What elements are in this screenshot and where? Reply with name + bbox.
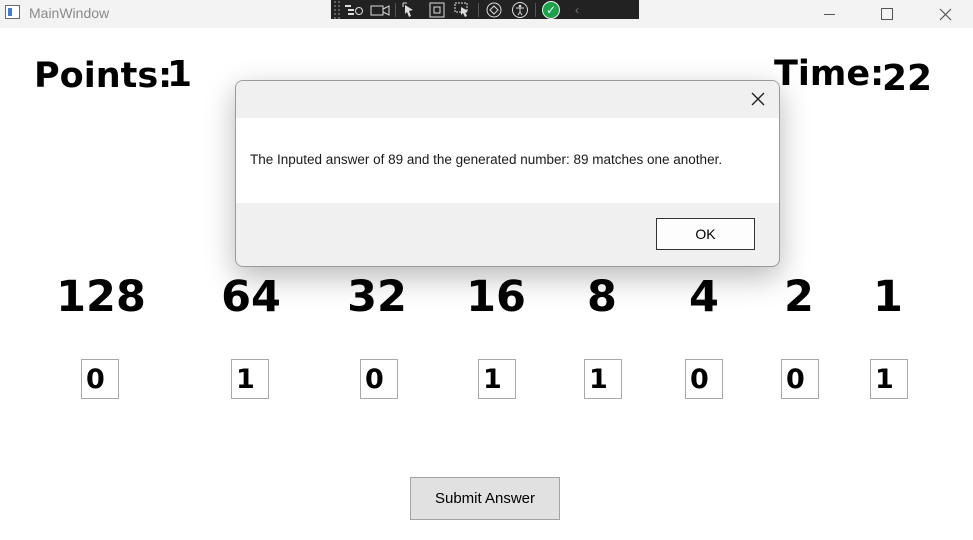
submit-answer-button[interactable]: Submit Answer xyxy=(410,477,560,520)
points-value: 1 xyxy=(167,54,193,95)
bit-input-8[interactable]: 1 xyxy=(584,359,622,399)
message-dialog: The Inputed answer of 89 and the generat… xyxy=(235,80,780,267)
hot-reload-icon[interactable] xyxy=(481,0,507,19)
bit-value-1: 1 xyxy=(873,272,903,322)
bit-value-4: 4 xyxy=(689,272,719,322)
time-value: 22 xyxy=(882,58,933,99)
debug-toolbar: ✓ ‹ xyxy=(331,0,639,19)
points-label: Points: xyxy=(34,56,173,96)
display-layout-adorners-icon[interactable] xyxy=(424,0,450,19)
dialog-body: The Inputed answer of 89 and the generat… xyxy=(236,118,779,203)
bit-input-16[interactable]: 1 xyxy=(478,359,516,399)
collapse-arrow-icon[interactable]: ‹ xyxy=(564,0,590,19)
close-icon xyxy=(939,8,951,20)
record-icon[interactable] xyxy=(367,0,393,19)
accessibility-icon[interactable] xyxy=(507,0,533,19)
bit-input-64[interactable]: 1 xyxy=(231,359,269,399)
bit-value-8: 8 xyxy=(587,272,617,322)
maximize-icon xyxy=(881,8,893,20)
maximize-button[interactable] xyxy=(864,0,910,28)
bit-input-128[interactable]: 0 xyxy=(81,359,119,399)
bit-value-32: 32 xyxy=(347,272,407,322)
window-title: MainWindow xyxy=(29,5,110,21)
app-icon xyxy=(5,5,20,19)
toolbar-separator xyxy=(395,2,396,17)
toolbar-separator xyxy=(478,2,479,17)
live-visual-tree-icon[interactable] xyxy=(341,0,367,19)
dialog-footer: OK xyxy=(236,203,779,266)
ok-button[interactable]: OK xyxy=(656,218,755,250)
bit-value-64: 64 xyxy=(221,272,281,322)
bit-value-16: 16 xyxy=(466,272,526,322)
dialog-message: The Inputed answer of 89 and the generat… xyxy=(250,152,723,167)
binding-check-icon[interactable]: ✓ xyxy=(538,0,564,19)
minimize-icon xyxy=(823,13,835,15)
bit-input-2[interactable]: 0 xyxy=(781,359,819,399)
bit-input-1[interactable]: 1 xyxy=(870,359,908,399)
time-label: Time: xyxy=(774,54,885,94)
bit-input-4[interactable]: 0 xyxy=(685,359,723,399)
bit-value-2: 2 xyxy=(784,272,814,322)
close-icon xyxy=(751,92,765,106)
toolbar-grip[interactable] xyxy=(333,0,341,19)
minimize-button[interactable] xyxy=(806,0,852,28)
close-window-button[interactable] xyxy=(922,0,968,28)
select-element-icon[interactable] xyxy=(398,0,424,19)
dialog-close-button[interactable] xyxy=(747,88,769,110)
dialog-title-bar xyxy=(236,81,779,118)
bit-input-32[interactable]: 0 xyxy=(360,359,398,399)
track-focus-icon[interactable] xyxy=(450,0,476,19)
bit-value-128: 128 xyxy=(56,272,146,322)
toolbar-separator xyxy=(535,2,536,17)
